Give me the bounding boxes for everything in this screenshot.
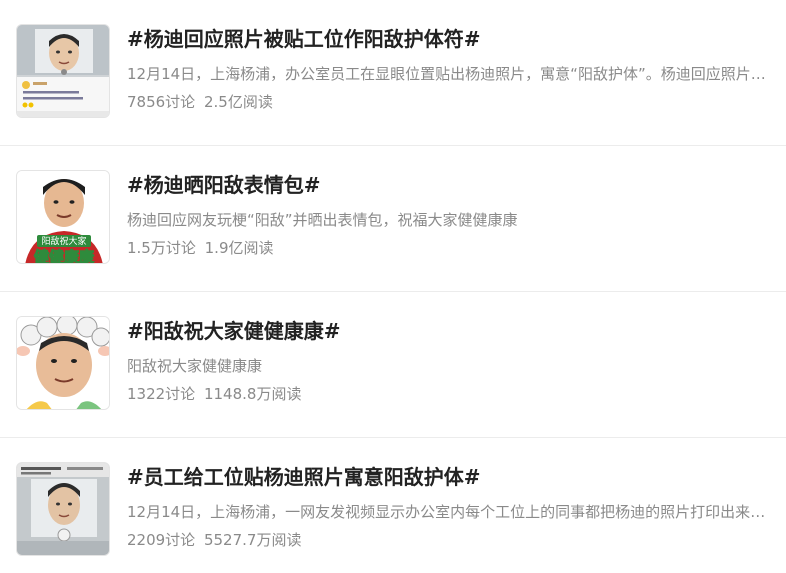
topic-stats: 1.5万讨论 1.9亿阅读 (127, 237, 274, 259)
read-count: 1148.8万阅读 (203, 385, 302, 403)
topic-thumbnail-image (17, 25, 109, 117)
read-count: 2.5亿阅读 (203, 93, 273, 111)
cartoon-sheep-face-thumbnail[interactable] (16, 316, 110, 410)
discussion-count: 2209讨论 (127, 531, 196, 549)
discussion-count: 7856讨论 (127, 93, 196, 111)
topic-description: 12月14日，上海杨浦，办公室员工在显眼位置贴出杨迪照片，寓意“阳敌护体”。杨迪… (127, 65, 767, 83)
topic-title[interactable]: #阳敌祝大家健健康康# (127, 316, 341, 346)
discussion-count: 1.5万讨论 (127, 239, 196, 257)
sticker-thumbnail[interactable]: 阳敌祝大家 健健康康 (16, 170, 110, 264)
read-count: 1.9亿阅读 (204, 239, 274, 257)
sticker-caption-small: 阳敌祝大家 (41, 235, 86, 247)
discussion-count: 1322讨论 (127, 385, 196, 403)
topic-list: #杨迪回应照片被贴工位作阳敌护体符# 12月14日，上海杨浦，办公室员工在显眼位… (0, 0, 786, 573)
topic-title[interactable]: #杨迪晒阳敌表情包# (127, 170, 321, 200)
topic-thumbnail-image (17, 463, 109, 555)
office-photo-thumbnail[interactable] (16, 24, 110, 118)
topic-item[interactable]: #杨迪回应照片被贴工位作阳敌护体符# 12月14日，上海杨浦，办公室员工在显眼位… (0, 0, 786, 146)
topic-thumbnail-image (17, 317, 109, 409)
topic-description: 12月14日，上海杨浦，一网友发视频显示办公室内每个工位上的同事都把杨迪的照片打… (127, 503, 767, 521)
topic-stats: 1322讨论 1148.8万阅读 (127, 383, 301, 405)
topic-item[interactable]: #阳敌祝大家健健康康# 阳敌祝大家健健康康 1322讨论 1148.8万阅读 (0, 292, 786, 438)
topic-title[interactable]: #杨迪回应照片被贴工位作阳敌护体符# (127, 24, 481, 54)
office-photo-thumbnail[interactable] (16, 462, 110, 556)
topic-thumbnail-image: 阳敌祝大家 健健康康 (17, 171, 109, 264)
read-count: 5527.7万阅读 (203, 531, 302, 549)
topic-item[interactable]: 阳敌祝大家 健健康康 #杨迪晒阳敌表情包# 杨迪回应网友玩梗“阳敌”并晒出表情包… (0, 146, 786, 292)
topic-title[interactable]: #员工给工位贴杨迪照片寓意阳敌护体# (127, 462, 481, 492)
topic-description: 杨迪回应网友玩梗“阳敌”并晒出表情包，祝福大家健健康康 (127, 211, 518, 229)
topic-item[interactable]: #员工给工位贴杨迪照片寓意阳敌护体# 12月14日，上海杨浦，一网友发视频显示办… (0, 438, 786, 573)
topic-stats: 7856讨论 2.5亿阅读 (127, 91, 273, 113)
sticker-caption-big: 健健康康 (34, 248, 95, 264)
topic-stats: 2209讨论 5527.7万阅读 (127, 529, 301, 551)
topic-description: 阳敌祝大家健健康康 (127, 357, 263, 375)
